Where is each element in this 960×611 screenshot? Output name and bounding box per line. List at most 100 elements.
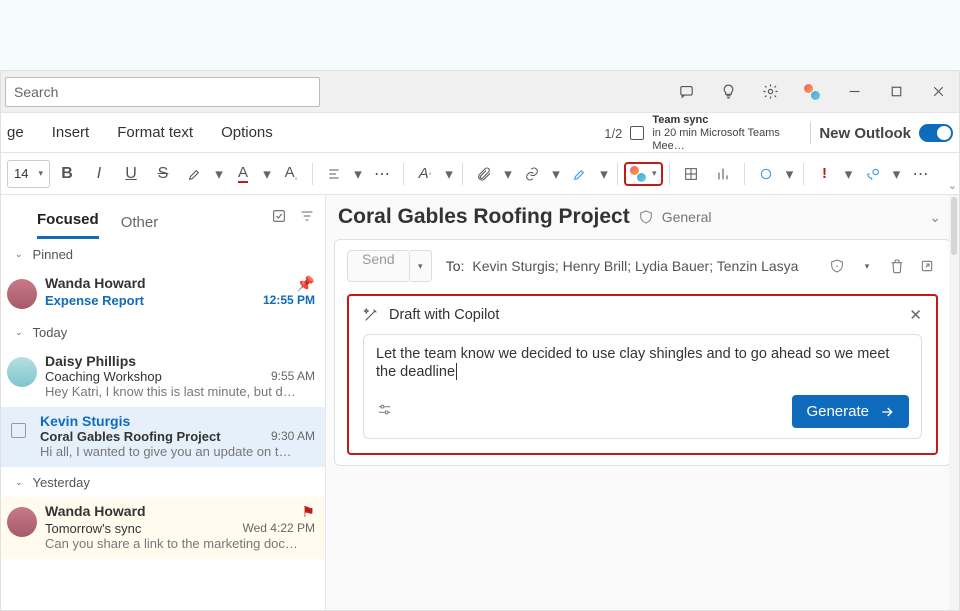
generate-label: Generate: [806, 403, 869, 420]
send-dropdown[interactable]: ▾: [410, 250, 432, 282]
italic-button[interactable]: I: [84, 159, 114, 189]
styles-button[interactable]: A◦: [410, 159, 440, 189]
attach-button[interactable]: [469, 159, 499, 189]
wand-icon: [363, 307, 379, 323]
settings-gear-icon[interactable]: [749, 71, 791, 113]
importance-button[interactable]: !: [810, 159, 840, 189]
tab-insert[interactable]: Insert: [38, 113, 104, 152]
attach-dropdown[interactable]: ▾: [501, 159, 515, 189]
highlight-dropdown[interactable]: ▾: [212, 159, 226, 189]
window-close-icon[interactable]: [917, 71, 959, 113]
font-color-dropdown[interactable]: ▾: [260, 159, 274, 189]
separator: [617, 163, 618, 185]
chat-icon[interactable]: [665, 71, 707, 113]
sensitivity-label: General: [662, 209, 712, 225]
strikethrough-button[interactable]: S: [148, 159, 178, 189]
message-item-selected[interactable]: Kevin Sturgis Coral Gables Roofing Proje…: [1, 407, 325, 467]
send-button[interactable]: Send: [347, 250, 410, 282]
table-button[interactable]: [676, 159, 706, 189]
close-icon[interactable]: ✕: [909, 306, 922, 324]
signature-dropdown[interactable]: ▾: [597, 159, 611, 189]
upcoming-meeting[interactable]: Team sync in 20 min Microsoft Teams Mee…: [652, 114, 802, 153]
copilot-icon[interactable]: [791, 71, 833, 113]
calendar-icon[interactable]: [630, 126, 644, 140]
loop-button[interactable]: [751, 159, 781, 189]
scrollbar[interactable]: [949, 195, 959, 610]
ribbon-collapse-icon[interactable]: ⌄: [948, 179, 957, 192]
to-label: To:: [446, 258, 465, 274]
loop-dropdown[interactable]: ▾: [783, 159, 797, 189]
chevron-down-icon[interactable]: ▾: [652, 168, 657, 179]
link-dropdown[interactable]: ▾: [549, 159, 563, 189]
lightbulb-icon[interactable]: [707, 71, 749, 113]
new-outlook-toggle[interactable]: [919, 124, 953, 142]
timestamp: 9:55 AM: [271, 369, 315, 384]
group-yesterday[interactable]: ⌄Yesterday: [1, 467, 325, 497]
arrow-right-icon: [879, 404, 895, 420]
more-format-button[interactable]: ⋯: [367, 159, 397, 189]
copilot-icon: [630, 166, 646, 182]
shield-icon: [638, 209, 654, 225]
avatar: [7, 357, 37, 387]
font-color-button[interactable]: A: [228, 159, 258, 189]
compose-header: Send ▾ To: Kevin Sturgis; Henry Brill; L…: [347, 250, 938, 282]
tab-options[interactable]: Options: [207, 113, 287, 152]
meeting-title: Team sync: [652, 114, 802, 127]
text-cursor: [456, 363, 457, 380]
preview: Can you share a link to the marketing do…: [45, 536, 315, 551]
link-button[interactable]: [517, 159, 547, 189]
message-item[interactable]: Daisy Phillips Coaching Workshop9:55 AM …: [1, 347, 325, 407]
encrypt-icon[interactable]: [826, 255, 848, 277]
to-recipients[interactable]: Kevin Sturgis; Henry Brill; Lydia Bauer;…: [472, 258, 798, 274]
dictate-button[interactable]: [858, 159, 888, 189]
sender: Wanda Howard: [45, 503, 146, 521]
importance-dropdown[interactable]: ▾: [842, 159, 856, 189]
tab-other[interactable]: Other: [121, 214, 159, 239]
timestamp: Wed 4:22 PM: [243, 521, 315, 536]
poll-button[interactable]: [708, 159, 738, 189]
flag-icon[interactable]: ⚑: [302, 503, 315, 521]
signature-button[interactable]: [565, 159, 595, 189]
message-item[interactable]: Wanda Howard⚑ Tomorrow's syncWed 4:22 PM…: [1, 497, 325, 559]
chevron-down-icon: ▾: [38, 168, 43, 179]
window-minimize-icon[interactable]: [833, 71, 875, 113]
search-input[interactable]: Search: [5, 77, 320, 107]
group-pinned[interactable]: ⌄Pinned: [1, 239, 325, 269]
adjust-icon[interactable]: [376, 401, 393, 423]
copilot-toolbar-button[interactable]: ▾: [624, 162, 663, 186]
styles-dropdown[interactable]: ▾: [442, 159, 456, 189]
pin-icon[interactable]: 📌: [296, 275, 315, 293]
highlight-button[interactable]: [180, 159, 210, 189]
underline-button[interactable]: U: [116, 159, 146, 189]
group-today[interactable]: ⌄Today: [1, 317, 325, 347]
more-button[interactable]: ⋯: [906, 159, 936, 189]
copilot-prompt-input[interactable]: Let the team know we decided to use clay…: [363, 334, 922, 439]
tab-format-text[interactable]: Format text: [103, 113, 207, 152]
clear-format-button[interactable]: A◦: [276, 159, 306, 189]
popout-icon[interactable]: [916, 255, 938, 277]
chevron-down-icon[interactable]: ⌄: [929, 209, 941, 226]
paragraph-dropdown[interactable]: ▾: [351, 159, 365, 189]
font-size-select[interactable]: 14 ▾: [7, 160, 50, 188]
new-outlook-label: New Outlook: [819, 125, 911, 142]
formatting-toolbar: 14 ▾ B I U S ▾ A ▾ A◦ ▾ ⋯ A◦ ▾ ▾ ▾ ▾ ▾: [1, 153, 959, 195]
sender: Wanda Howard: [45, 275, 146, 293]
tab-message[interactable]: ge: [1, 113, 38, 152]
tab-focused[interactable]: Focused: [37, 211, 99, 239]
search-placeholder: Search: [14, 84, 58, 100]
dictate-dropdown[interactable]: ▾: [890, 159, 904, 189]
message-item[interactable]: Wanda Howard📌 Expense Report12:55 PM: [1, 269, 325, 317]
copilot-input-footer: Generate: [376, 395, 909, 428]
checkbox[interactable]: [11, 423, 26, 438]
ribbon-tabs: ge Insert Format text Options 1/2 Team s…: [1, 113, 959, 153]
paragraph-button[interactable]: [319, 159, 349, 189]
inbox-tabs: Focused Other: [1, 195, 325, 239]
generate-button[interactable]: Generate: [792, 395, 909, 428]
encrypt-dropdown[interactable]: ▾: [856, 255, 878, 277]
divider: [810, 122, 811, 144]
discard-icon[interactable]: [886, 255, 908, 277]
bold-button[interactable]: B: [52, 159, 82, 189]
filter-icon[interactable]: [299, 208, 315, 229]
select-mode-icon[interactable]: [271, 208, 287, 229]
window-maximize-icon[interactable]: [875, 71, 917, 113]
